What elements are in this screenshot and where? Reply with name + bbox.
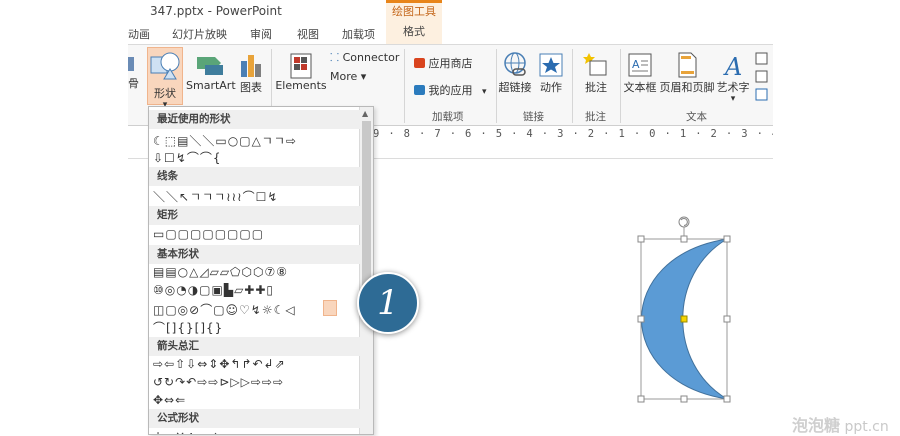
gallery-section-basic: 基本形状 (149, 245, 360, 264)
connector-label: Connector (342, 51, 400, 64)
app-store-button[interactable]: 应用商店 (414, 55, 473, 71)
gallery-row-basic-2[interactable]: ⑩◎◔◑▢▣▙▱✚✚▯ (153, 283, 358, 299)
cut-label: 骨 (128, 77, 139, 90)
gallery-row-recent-2[interactable]: ⇩☐↯⌒⌒{ (153, 149, 358, 165)
gallery-row-arrows-3[interactable]: ✥⇔⇐ (153, 393, 358, 409)
wordart-dropdown-arrow: ▾ (730, 94, 736, 104)
tab-view[interactable]: 视图 (297, 26, 319, 42)
title-bar: 347.pptx - PowerPoint 绘图工具 (128, 0, 773, 22)
group-label-comments: 批注 (585, 111, 606, 123)
gallery-section-recent: 最近使用的形状 (149, 110, 360, 129)
shapes-gallery-dropdown: ▲ 最近使用的形状 ☾⬚▤＼＼▭○▢△ㄱㄱ⇨ ⇩☐↯⌒⌒{ 线条 ＼＼↖ㄱㄱㄱ≀… (148, 106, 374, 435)
ribbon-separator (496, 49, 497, 123)
wordart-label: 艺术字 (716, 81, 750, 94)
hyperlink-label: 超链接 (498, 81, 532, 94)
header-footer-icon (678, 52, 697, 78)
group-label-text: 文本 (686, 111, 707, 123)
text-small-buttons[interactable] (754, 49, 770, 105)
my-apps-button[interactable]: 我的应用 ▾ (414, 82, 487, 98)
drawing-tools-context-group: 绘图工具 (386, 0, 442, 22)
ribbon-cut-button[interactable]: 骨 (128, 55, 139, 91)
site-watermark: 泡泡糖 ppt.cn (792, 412, 889, 436)
my-apps-arrow: ▾ (482, 87, 487, 97)
watermark-domain: ppt.cn (844, 419, 889, 435)
gallery-row-arrows-1[interactable]: ⇨⇦⇧⇩⇔⇕✥↰↱↶↲⇗ (153, 357, 358, 373)
tab-slideshow[interactable]: 幻灯片放映 (172, 26, 227, 42)
smartart-label: SmartArt (186, 79, 236, 92)
textbox-icon: A (628, 53, 652, 77)
small-text-icons (755, 52, 768, 101)
svg-text:A: A (632, 58, 640, 71)
gallery-row-recent-1[interactable]: ☾⬚▤＼＼▭○▢△ㄱㄱ⇨ (153, 132, 358, 148)
header-footer-button[interactable]: 页眉和页脚 (659, 51, 715, 95)
tab-addins[interactable]: 加载项 (342, 26, 375, 42)
shapes-icon (150, 52, 180, 80)
elements-button[interactable]: Elements (274, 51, 328, 92)
gallery-row-arrows-2[interactable]: ↺↻↷↶⇨⇨⊳▷▷⇨⇨⇨ (153, 375, 358, 391)
comment-button[interactable]: 批注 (578, 51, 614, 95)
adjustment-handle[interactable] (680, 315, 688, 323)
chart-button[interactable]: 图表 (236, 51, 266, 95)
group-label-addins: 加载项 (432, 111, 464, 123)
comment-icon (583, 53, 607, 76)
chart-icon (241, 55, 261, 77)
gallery-row-basic-4[interactable]: ⌒[]{}[]{} (153, 319, 358, 335)
smartart-button[interactable]: SmartArt (186, 51, 236, 92)
textbox-label: 文本框 (623, 81, 657, 94)
moon-shape-highlight[interactable] (323, 300, 337, 316)
ruler-scale: 9 · 8 · 7 · 6 · 5 · 4 · 3 · 2 · 1 · 0 · … (373, 128, 773, 140)
shapes-label: 形状 (154, 87, 176, 100)
elements-label: Elements (275, 79, 327, 92)
gallery-row-rectangles[interactable]: ▭▢▢▢▢▢▢▢▢ (153, 227, 358, 243)
tab-animation[interactable]: 动画 (128, 26, 150, 42)
gallery-row-basic-1[interactable]: ▤▤○△◿▱▱⬠⬡⬡⑦⑧ (153, 265, 358, 281)
tab-review[interactable]: 审阅 (250, 26, 272, 42)
gallery-scrollbar[interactable]: ▲ (359, 107, 373, 434)
more-button[interactable]: More ▾ (330, 70, 366, 83)
step-number-badge: 1 (357, 272, 419, 334)
cut-icon (128, 57, 134, 71)
tab-format[interactable]: 格式 (386, 22, 442, 44)
my-apps-label: 我的应用 (428, 84, 473, 97)
textbox-button[interactable]: A 文本框 (623, 51, 657, 95)
gallery-section-lines: 线条 (149, 167, 360, 186)
wordart-button[interactable]: A 艺术字 ▾ (716, 51, 750, 104)
watermark-brand: 泡泡糖 (792, 416, 841, 435)
gallery-section-rectangles: 矩形 (149, 206, 360, 225)
gallery-row-lines[interactable]: ＼＼↖ㄱㄱㄱ≀≀≀⌒☐↯ (153, 188, 358, 204)
wordart-icon: A (723, 53, 742, 79)
action-star-icon (539, 53, 563, 77)
action-label: 动作 (540, 81, 562, 94)
connector-icon: ⸬ (330, 51, 340, 64)
gallery-section-arrows: 箭头总汇 (149, 337, 360, 356)
hyperlink-globe-icon (504, 52, 526, 76)
group-label-links: 链接 (523, 111, 544, 123)
elements-icon (290, 53, 312, 79)
gallery-section-equation: 公式形状 (149, 409, 360, 428)
chart-label: 图表 (240, 81, 262, 94)
ribbon-separator (572, 49, 573, 123)
ribbon-separator (404, 49, 405, 123)
my-apps-icon (414, 85, 425, 95)
action-button[interactable]: 动作 (536, 51, 566, 95)
app-store-label: 应用商店 (428, 57, 473, 70)
connector-button[interactable]: ⸬ Connector (330, 50, 399, 65)
rotation-handle[interactable] (678, 216, 690, 228)
ribbon-tabs: 动画 幻灯片放映 审阅 视图 加载项 格式 (128, 22, 773, 44)
svg-text:A: A (723, 53, 742, 79)
header-footer-label: 页眉和页脚 (659, 81, 715, 94)
hyperlink-button[interactable]: 超链接 (498, 51, 532, 95)
smartart-icon (197, 57, 223, 75)
shapes-button[interactable]: 形状 ▾ (147, 47, 183, 110)
window-title: 347.pptx - PowerPoint (150, 4, 282, 18)
scroll-up-icon[interactable]: ▲ (362, 109, 368, 118)
gallery-row-equation[interactable]: +−×÷=≠ (153, 429, 358, 434)
ribbon-separator (620, 49, 621, 123)
store-bag-icon (414, 58, 425, 68)
comment-label: 批注 (585, 81, 607, 94)
